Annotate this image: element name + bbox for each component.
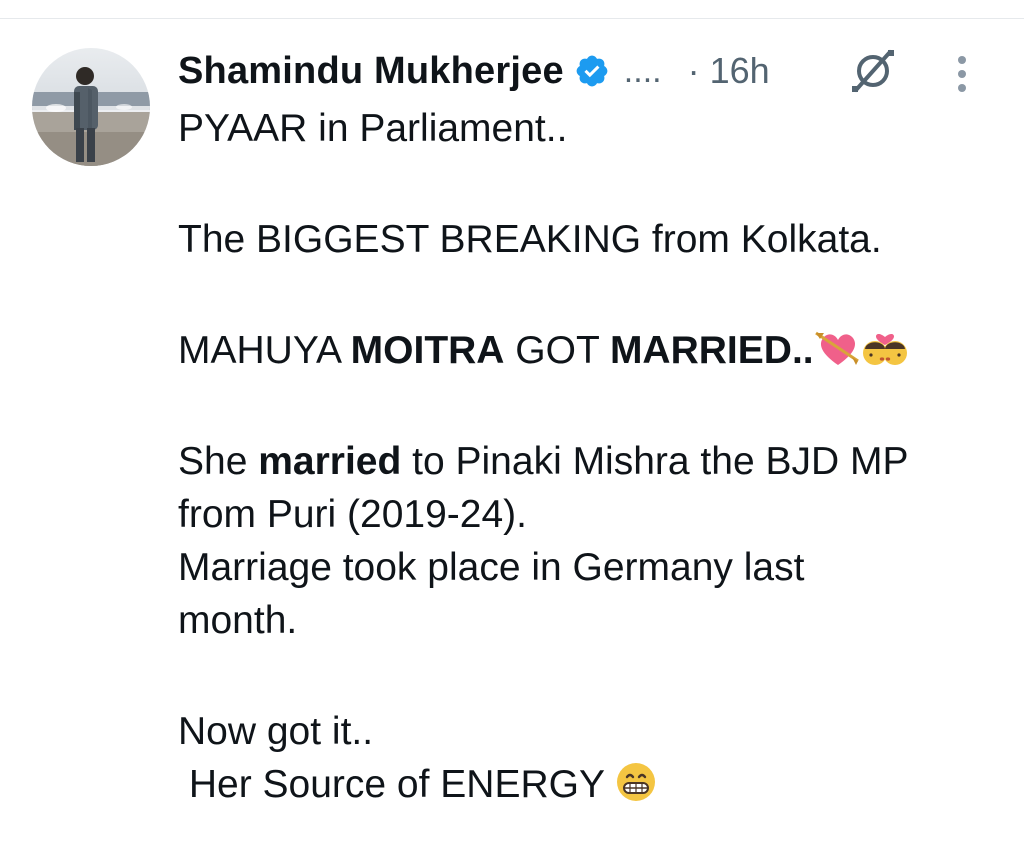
text-run: Her Source of ENERGY: [178, 763, 616, 806]
tweet-header: Shamindu Mukherjee .... · 16h: [178, 40, 998, 102]
more-vertical-icon[interactable]: [954, 54, 970, 94]
tweet-text: PYAAR in Parliament.. The BIGGEST BREAKI…: [178, 102, 998, 811]
text-run: MAHUYA: [178, 329, 351, 372]
tweet-line: Her Source of ENERGY: [178, 758, 998, 811]
tweet[interactable]: Shamindu Mukherjee .... · 16h PYAAR in P…: [178, 40, 998, 811]
tweet-line: from Puri (2019-24).: [178, 493, 527, 536]
author-name[interactable]: Shamindu Mukherjee: [178, 50, 564, 93]
heart-with-arrow-emoji: [814, 327, 862, 383]
bold-text: married: [258, 440, 402, 483]
grinning-face-emoji: [615, 761, 657, 817]
tweet-line: Marriage took place in Germany last: [178, 546, 805, 589]
top-divider: [0, 18, 1024, 19]
text-run: to Pinaki Mishra the BJD MP: [401, 440, 909, 483]
bold-text: MARRIED: [609, 329, 792, 372]
text-run: GOT: [504, 329, 610, 372]
tweet-line: She married to Pinaki Mishra the BJD MP: [178, 435, 998, 488]
tweet-line: month.: [178, 599, 298, 642]
verified-badge-icon: [574, 53, 610, 89]
tweet-line: PYAAR in Parliament..: [178, 107, 568, 150]
text-run: ..: [791, 329, 814, 372]
bold-text: MOITRA: [350, 329, 505, 372]
tweet-line: MAHUYA MOITRA GOT MARRIED..: [178, 324, 998, 377]
text-run: She: [178, 440, 259, 483]
tweet-line: The BIGGEST BREAKING from Kolkata.: [178, 218, 882, 261]
tweet-time[interactable]: · 16h: [688, 50, 770, 92]
avatar[interactable]: [32, 48, 150, 166]
grok-icon[interactable]: [846, 46, 900, 96]
kiss-couple-emoji: [862, 325, 908, 383]
tweet-line: Now got it..: [178, 710, 374, 753]
author-handle[interactable]: ....: [624, 52, 662, 91]
